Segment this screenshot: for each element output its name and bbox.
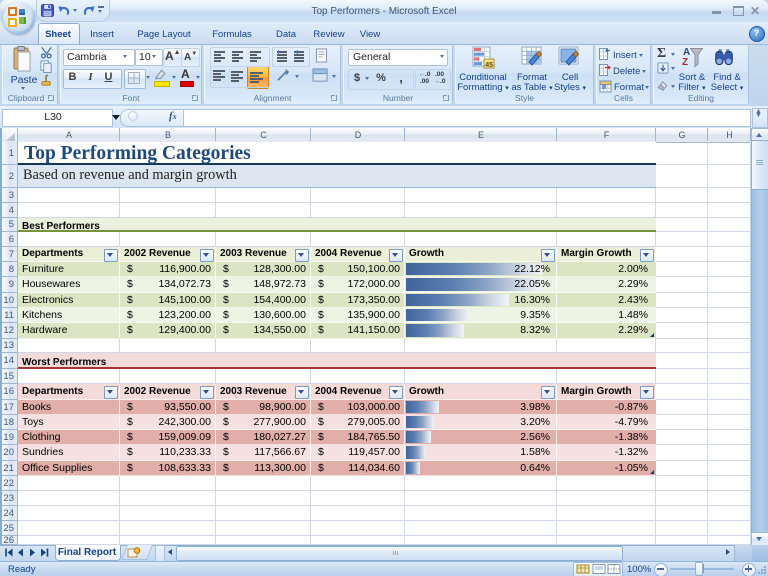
svg-text:45: 45 (485, 62, 493, 69)
